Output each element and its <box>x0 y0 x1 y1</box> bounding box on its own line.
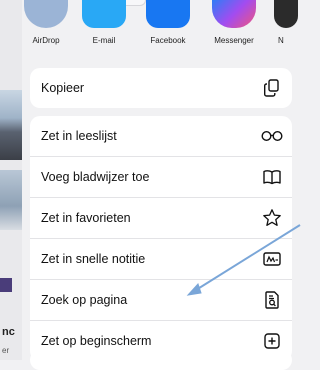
add-square-icon <box>264 333 280 349</box>
share-app-messenger[interactable]: Messenger <box>204 0 264 45</box>
share-app-label: N <box>278 36 284 45</box>
action-label: Kopieer <box>41 81 85 95</box>
share-app-airdrop[interactable]: AirDrop <box>16 0 76 45</box>
messenger-icon <box>212 0 256 28</box>
quick-note-icon <box>263 252 281 266</box>
share-app-more[interactable]: N <box>266 0 306 45</box>
share-app-email[interactable]: E-mail <box>74 0 134 45</box>
find-on-page-icon <box>265 291 279 309</box>
mail-icon <box>82 0 126 28</box>
actions-group-copy: Kopieer <box>30 68 292 108</box>
action-reading-list[interactable]: Zet in leeslijst <box>30 116 292 157</box>
airdrop-icon <box>24 0 68 28</box>
action-label: Zet op beginscherm <box>41 334 152 348</box>
action-find-on-page[interactable]: Zoek op pagina <box>30 280 292 321</box>
share-app-label: E-mail <box>92 36 116 45</box>
share-apps-row: AirDrop E-mail Facebook Messenger N <box>22 0 302 54</box>
background-block <box>0 278 12 292</box>
action-label: Zet in favorieten <box>41 211 131 225</box>
background-text: er <box>2 346 10 355</box>
share-app-facebook[interactable]: Facebook <box>138 0 198 45</box>
action-add-bookmark[interactable]: Voeg bladwijzer toe <box>30 157 292 198</box>
action-label: Zet in leeslijst <box>41 129 117 143</box>
action-quick-note[interactable]: Zet in snelle notitie <box>30 239 292 280</box>
background-text: nc <box>2 326 15 338</box>
actions-group-more <box>30 350 292 370</box>
background-photo <box>0 170 22 230</box>
background-page: nc er <box>0 0 22 360</box>
action-add-favorites[interactable]: Zet in favorieten <box>30 198 292 239</box>
share-app-label: Facebook <box>150 36 186 45</box>
glasses-icon <box>261 130 283 142</box>
actions-group-main: Zet in leeslijst Voeg bladwijzer toe Zet… <box>30 116 292 361</box>
action-label: Zoek op pagina <box>41 293 128 307</box>
action-label: Zet in snelle notitie <box>41 252 146 266</box>
facebook-icon <box>146 0 190 28</box>
share-app-label: AirDrop <box>32 36 60 45</box>
action-label: Voeg bladwijzer toe <box>41 170 150 184</box>
star-icon <box>263 209 281 226</box>
book-icon <box>263 170 281 185</box>
copy-icon <box>264 79 279 97</box>
action-copy[interactable]: Kopieer <box>30 68 292 108</box>
background-photo <box>0 90 22 160</box>
app-icon <box>274 0 298 28</box>
share-sheet: AirDrop E-mail Facebook Messenger N Kopi… <box>22 0 302 370</box>
share-app-label: Messenger <box>214 36 254 45</box>
